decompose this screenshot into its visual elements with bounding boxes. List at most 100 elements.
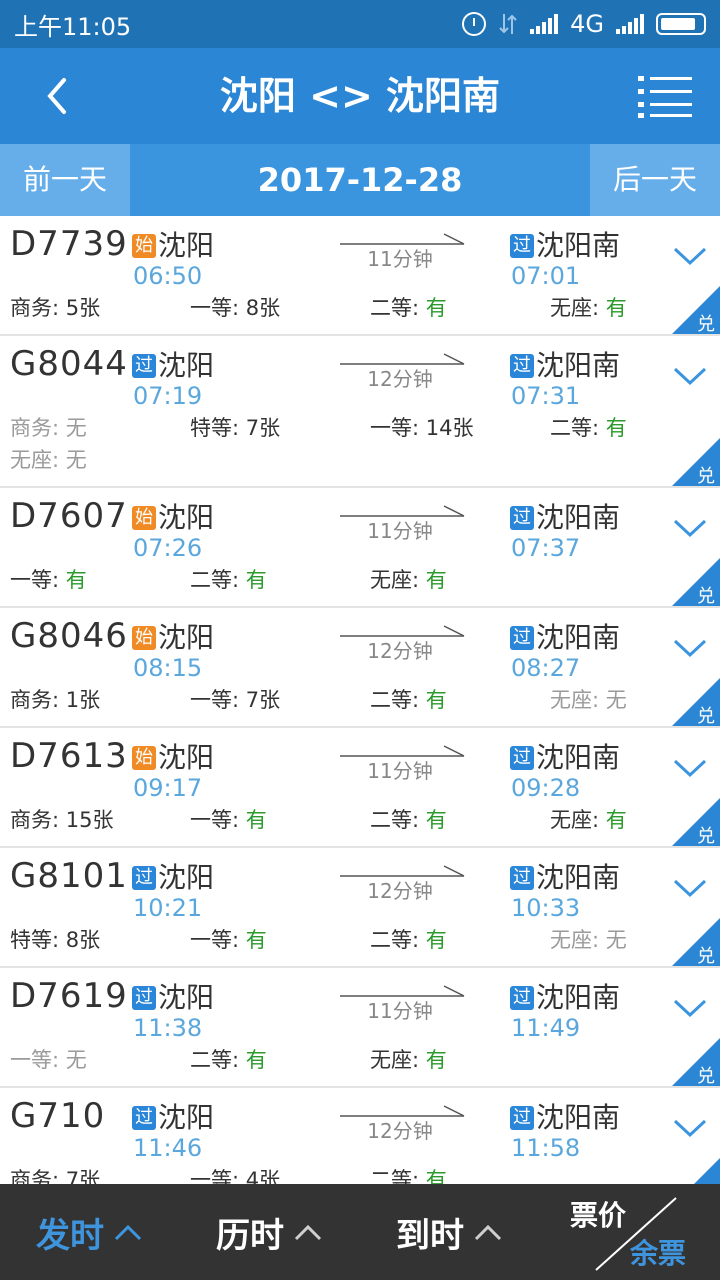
exchange-label: 兑 <box>697 586 715 606</box>
departure-type-badge: 始 <box>132 626 156 650</box>
seat-class: 商务: <box>10 688 66 712</box>
train-row[interactable]: D7607 始沈阳 07:26 11分钟过沈阳南 07:37 一等: 有二等: 有无座: … <box>0 488 720 608</box>
arrival-station: 过沈阳南 <box>510 976 620 1016</box>
exchange-label: 兑 <box>697 466 715 486</box>
sort-duration-button[interactable]: 历时 <box>216 1184 322 1280</box>
seat-class: 一等: <box>190 296 246 320</box>
arrival-station-name: 沈阳南 <box>536 621 621 654</box>
seat-count: 有 <box>245 928 267 952</box>
seat-info: 二等: 有 <box>370 684 447 714</box>
travel-duration: 12分钟 <box>367 639 433 663</box>
seat-class: 二等: <box>190 1048 246 1072</box>
price-remaining-toggle[interactable]: 票价 余票 <box>570 1184 720 1280</box>
chevron-down-icon[interactable] <box>672 516 708 540</box>
travel-duration: 11分钟 <box>367 759 433 783</box>
prev-day-button[interactable]: 前一天 <box>0 144 130 216</box>
seat-count: 无 <box>605 688 627 712</box>
arrival-station: 过沈阳南 <box>510 224 620 264</box>
seat-class: 二等: <box>190 568 246 592</box>
seat-count: 有 <box>245 1048 267 1072</box>
chevron-down-icon[interactable] <box>672 996 708 1020</box>
chevron-down-icon[interactable] <box>672 244 708 268</box>
arrival-station: 过沈阳南 <box>510 616 620 656</box>
arrival-station: 过沈阳南 <box>510 736 620 776</box>
exchange-corner-badge[interactable]: 兑 <box>672 286 720 334</box>
seat-info: 二等: 有 <box>370 924 447 954</box>
chevron-down-icon[interactable] <box>672 876 708 900</box>
back-arrow-icon <box>47 78 66 114</box>
seat-class: 无座: <box>10 448 66 472</box>
exchange-corner-badge[interactable]: 兑 <box>672 678 720 726</box>
departure-type-badge: 过 <box>132 1106 156 1130</box>
seat-info: 二等: 有 <box>190 564 267 594</box>
exchange-corner-badge[interactable]: 兑 <box>672 1158 720 1184</box>
seat-count: 有 <box>605 296 627 320</box>
departure-station: 过沈阳 <box>132 1096 214 1136</box>
chevron-up-icon <box>474 1224 502 1241</box>
seat-class: 一等: <box>190 928 246 952</box>
train-row[interactable]: D7613 始沈阳 09:17 11分钟过沈阳南 09:28 商务: 15张 一等: 有二等… <box>0 728 720 848</box>
train-row[interactable]: G8046 始沈阳 08:15 12分钟 过沈阳南 08:27 商务: 1张 一等: 7张 二等… <box>0 608 720 728</box>
chevron-down-icon[interactable] <box>672 636 708 660</box>
seat-info: 二等: 有 <box>370 1164 447 1184</box>
train-row[interactable]: G8101 过沈阳 10:21 12分钟过沈阳南 10:33 特等: 8张 一等: 有二等:… <box>0 848 720 968</box>
menu-button[interactable] <box>638 72 692 120</box>
back-button[interactable] <box>28 68 84 124</box>
train-number: D7607 <box>10 496 128 536</box>
seat-class: 二等: <box>370 688 426 712</box>
seat-count: 7张 <box>65 1168 101 1184</box>
seat-info: 商务: 15张 <box>10 804 114 834</box>
departure-type-badge: 始 <box>132 234 156 258</box>
exchange-corner-badge[interactable]: 兑 <box>672 558 720 606</box>
train-row[interactable]: G710 过沈阳 11:46 12分钟过沈阳南 11:58 商务: 7张 一等: 4张 二等:… <box>0 1088 720 1184</box>
seat-info: 一等: 无 <box>10 1044 87 1074</box>
departure-station-name: 沈阳 <box>158 349 215 382</box>
seat-count: 7张 <box>245 416 281 440</box>
seat-count: 无 <box>605 928 627 952</box>
data-arrows-icon <box>499 14 517 34</box>
sort-departure-button[interactable]: 发时 <box>36 1184 142 1280</box>
title-bar: 沈阳 <> 沈阳南 <box>0 48 720 144</box>
menu-list-icon <box>638 76 692 118</box>
train-row[interactable]: D7619 过沈阳 11:38 11分钟过沈阳南 11:49 一等: 无二等: 有无座: … <box>0 968 720 1088</box>
seat-info: 商务: 无 <box>10 412 87 442</box>
seat-class: 商务: <box>10 416 66 440</box>
exchange-corner-badge[interactable]: 兑 <box>672 1038 720 1086</box>
status-time: 上午11:05 <box>14 12 132 41</box>
exchange-corner-badge[interactable]: 兑 <box>672 438 720 486</box>
seat-info: 一等: 有 <box>190 804 267 834</box>
seat-class: 二等: <box>550 416 606 440</box>
chevron-down-icon[interactable] <box>672 364 708 388</box>
arrival-station: 过沈阳南 <box>510 344 620 384</box>
seat-class: 二等: <box>370 928 426 952</box>
seat-info: 无座: 有 <box>370 564 447 594</box>
seat-info: 一等: 8张 <box>190 292 280 322</box>
exchange-corner-badge[interactable]: 兑 <box>672 918 720 966</box>
arrival-station: 过沈阳南 <box>510 856 620 896</box>
current-date[interactable]: 2017-12-28 <box>130 144 590 216</box>
arrival-station-name: 沈阳南 <box>536 741 621 774</box>
chevron-down-icon[interactable] <box>672 756 708 780</box>
train-row[interactable]: D7739 始沈阳 06:50 11分钟 过沈阳南 07:01 商务: 5张 一等: 8张 二等… <box>0 216 720 336</box>
departure-station: 过沈阳 <box>132 344 214 384</box>
arrival-type-badge: 过 <box>510 354 534 378</box>
exchange-corner-badge[interactable]: 兑 <box>672 798 720 846</box>
seat-count: 15张 <box>65 808 114 832</box>
chevron-down-icon[interactable] <box>672 1116 708 1140</box>
departure-station-name: 沈阳 <box>158 229 215 262</box>
seat-info: 二等: 有 <box>370 292 447 322</box>
seat-count: 有 <box>605 416 627 440</box>
next-day-button[interactable]: 后一天 <box>590 144 720 216</box>
seat-info: 特等: 7张 <box>190 412 280 442</box>
train-number: G8044 <box>10 344 128 384</box>
departure-type-badge: 始 <box>132 746 156 770</box>
seat-info: 一等: 有 <box>10 564 87 594</box>
train-row[interactable]: G8044 过沈阳 07:19 12分钟过沈阳南 07:31 商务: 无特等: 7张 一等:… <box>0 336 720 488</box>
travel-duration: 12分钟 <box>367 367 433 391</box>
train-list[interactable]: D7739 始沈阳 06:50 11分钟过沈阳南 07:01 商务: 5张 一等: 8张 二等… <box>0 216 720 1184</box>
seat-count: 14张 <box>425 416 474 440</box>
sort-arrival-button[interactable]: 到时 <box>396 1184 502 1280</box>
train-number: G8101 <box>10 856 128 896</box>
signal-icon <box>530 14 559 34</box>
seat-count: 无 <box>65 416 87 440</box>
